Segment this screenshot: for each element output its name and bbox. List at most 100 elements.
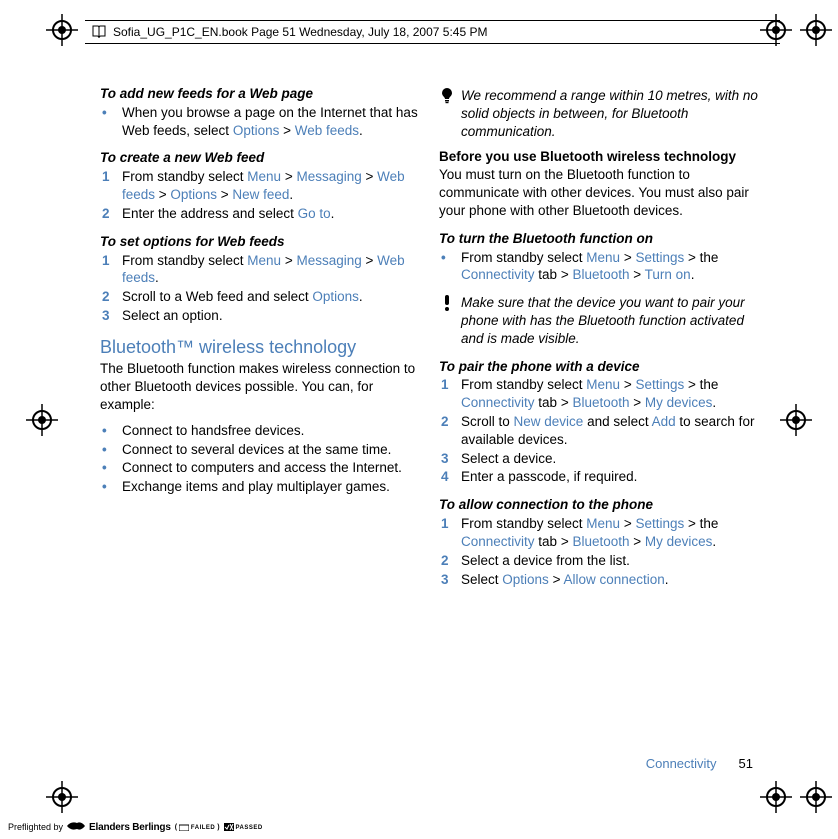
list-item: 1 From standby select Menu > Settings > …: [439, 376, 758, 412]
bullet-icon: •: [102, 478, 120, 496]
list-item: 4 Enter a passcode, if required.: [439, 468, 758, 486]
list-item: 3 Select Options > Allow connection.: [439, 571, 758, 589]
preflight-strip: Preflighted by Elanders Berlings ( FAILE…: [8, 821, 263, 833]
preflight-failed: ( FAILED ): [175, 823, 220, 831]
list-item: •Exchange items and play multiplayer gam…: [100, 478, 419, 496]
book-icon: [91, 24, 107, 40]
body-text: Enter a passcode, if required.: [461, 469, 637, 484]
period: .: [691, 267, 695, 282]
body-text: Scroll to a Web feed and select: [122, 289, 312, 304]
sep: >: [620, 377, 635, 392]
bullet-icon: •: [102, 422, 120, 440]
menu-path-options: Options: [233, 123, 280, 138]
sep: >: [549, 572, 564, 587]
body-text: Connect to several devices at the same t…: [122, 442, 391, 457]
body-text: Select a device from the list.: [461, 553, 630, 568]
body-text: From standby select: [461, 516, 586, 531]
body-text: Scroll to: [461, 414, 514, 429]
list-item: 1 From standby select Menu > Settings > …: [439, 515, 758, 551]
crop-mark-top-left: [50, 18, 74, 42]
menu-path: My devices: [645, 395, 713, 410]
body-text: Connect to handsfree devices.: [122, 423, 304, 438]
step-number: 2: [441, 552, 459, 570]
body-text: From standby select: [122, 169, 247, 184]
menu-path: Messaging: [296, 169, 361, 184]
list-item: 2 Select a device from the list.: [439, 552, 758, 570]
list-item: •Connect to handsfree devices.: [100, 422, 419, 440]
list-item: 3 Select an option.: [100, 307, 419, 325]
menu-path: Menu: [586, 516, 620, 531]
column-right: We recommend a range within 10 metres, w…: [439, 85, 758, 739]
heading-allow-connection: To allow connection to the phone: [439, 496, 758, 514]
step-number: 2: [441, 413, 459, 431]
list-item: •Connect to several devices at the same …: [100, 441, 419, 459]
section-title-bluetooth: Bluetooth™ wireless technology: [100, 337, 419, 359]
crop-mark-extra-bottom-right: [804, 785, 828, 809]
preflight-label: Preflighted by: [8, 822, 63, 832]
footer-page-number: 51: [739, 756, 753, 771]
step-number: 3: [102, 307, 120, 325]
period: .: [665, 572, 669, 587]
page-footer: Connectivity 51: [646, 756, 753, 771]
sep: tab >: [535, 395, 573, 410]
lightbulb-icon: [439, 87, 455, 105]
bullet-icon: •: [102, 104, 120, 122]
menu-path: New device: [514, 414, 584, 429]
menu-path: Allow connection: [563, 572, 664, 587]
page-content: To add new feeds for a Web page • When y…: [100, 85, 758, 739]
sep: tab >: [535, 534, 573, 549]
sep: >: [630, 534, 645, 549]
preflight-logo: Elanders Berlings: [89, 822, 171, 833]
tip-text: Make sure that the device you want to pa…: [461, 294, 758, 347]
sep: >: [217, 187, 232, 202]
tip-pair: Make sure that the device you want to pa…: [439, 294, 758, 347]
heading-set-options: To set options for Web feeds: [100, 233, 419, 251]
period: .: [155, 270, 159, 285]
step-number: 1: [441, 515, 459, 533]
sep: >: [281, 253, 296, 268]
menu-path: Connectivity: [461, 395, 535, 410]
sep: >: [279, 123, 294, 138]
body-text: Select: [461, 572, 502, 587]
footer-section: Connectivity: [646, 756, 717, 771]
step-number: 2: [102, 288, 120, 306]
sep: >: [630, 267, 645, 282]
menu-path: Settings: [635, 377, 684, 392]
document-header: Sofia_UG_P1C_EN.book Page 51 Wednesday, …: [85, 20, 780, 44]
menu-path: Turn on: [645, 267, 691, 282]
step-number: 1: [441, 376, 459, 394]
fish-icon: [67, 821, 85, 833]
menu-path: Options: [170, 187, 217, 202]
menu-path: New feed: [232, 187, 289, 202]
preflight-passed: PASSED: [224, 823, 263, 831]
menu-path: Bluetooth: [572, 395, 629, 410]
sep: > the: [684, 516, 718, 531]
crop-mark-bottom-right: [764, 785, 788, 809]
body-text: From standby select: [461, 377, 586, 392]
sep: tab >: [535, 267, 573, 282]
menu-path: Go to: [298, 206, 331, 221]
sep: >: [620, 250, 635, 265]
heading-before-bluetooth: Before you use Bluetooth wireless techno…: [439, 148, 758, 166]
body-text: From standby select: [122, 253, 247, 268]
tip-text: We recommend a range within 10 metres, w…: [461, 87, 758, 140]
crop-mark-extra-top-right: [804, 18, 828, 42]
step-number: 3: [441, 571, 459, 589]
heading-create-feed: To create a new Web feed: [100, 149, 419, 167]
tip-range: We recommend a range within 10 metres, w…: [439, 87, 758, 140]
list-item: 1 From standby select Menu > Messaging >…: [100, 252, 419, 288]
menu-path: Menu: [247, 253, 281, 268]
crop-mark-mid-right: [782, 406, 810, 434]
body-text: Select a device.: [461, 451, 556, 466]
list-item: 3 Select a device.: [439, 450, 758, 468]
period: .: [712, 395, 716, 410]
list-item: • When you browse a page on the Internet…: [100, 104, 419, 140]
menu-path: Menu: [247, 169, 281, 184]
heading-turn-on: To turn the Bluetooth function on: [439, 230, 758, 248]
sep: >: [281, 169, 296, 184]
bullet-icon: •: [441, 249, 459, 267]
period: .: [712, 534, 716, 549]
period: .: [331, 206, 335, 221]
heading-add-feeds: To add new feeds for a Web page: [100, 85, 419, 103]
step-number: 3: [441, 450, 459, 468]
